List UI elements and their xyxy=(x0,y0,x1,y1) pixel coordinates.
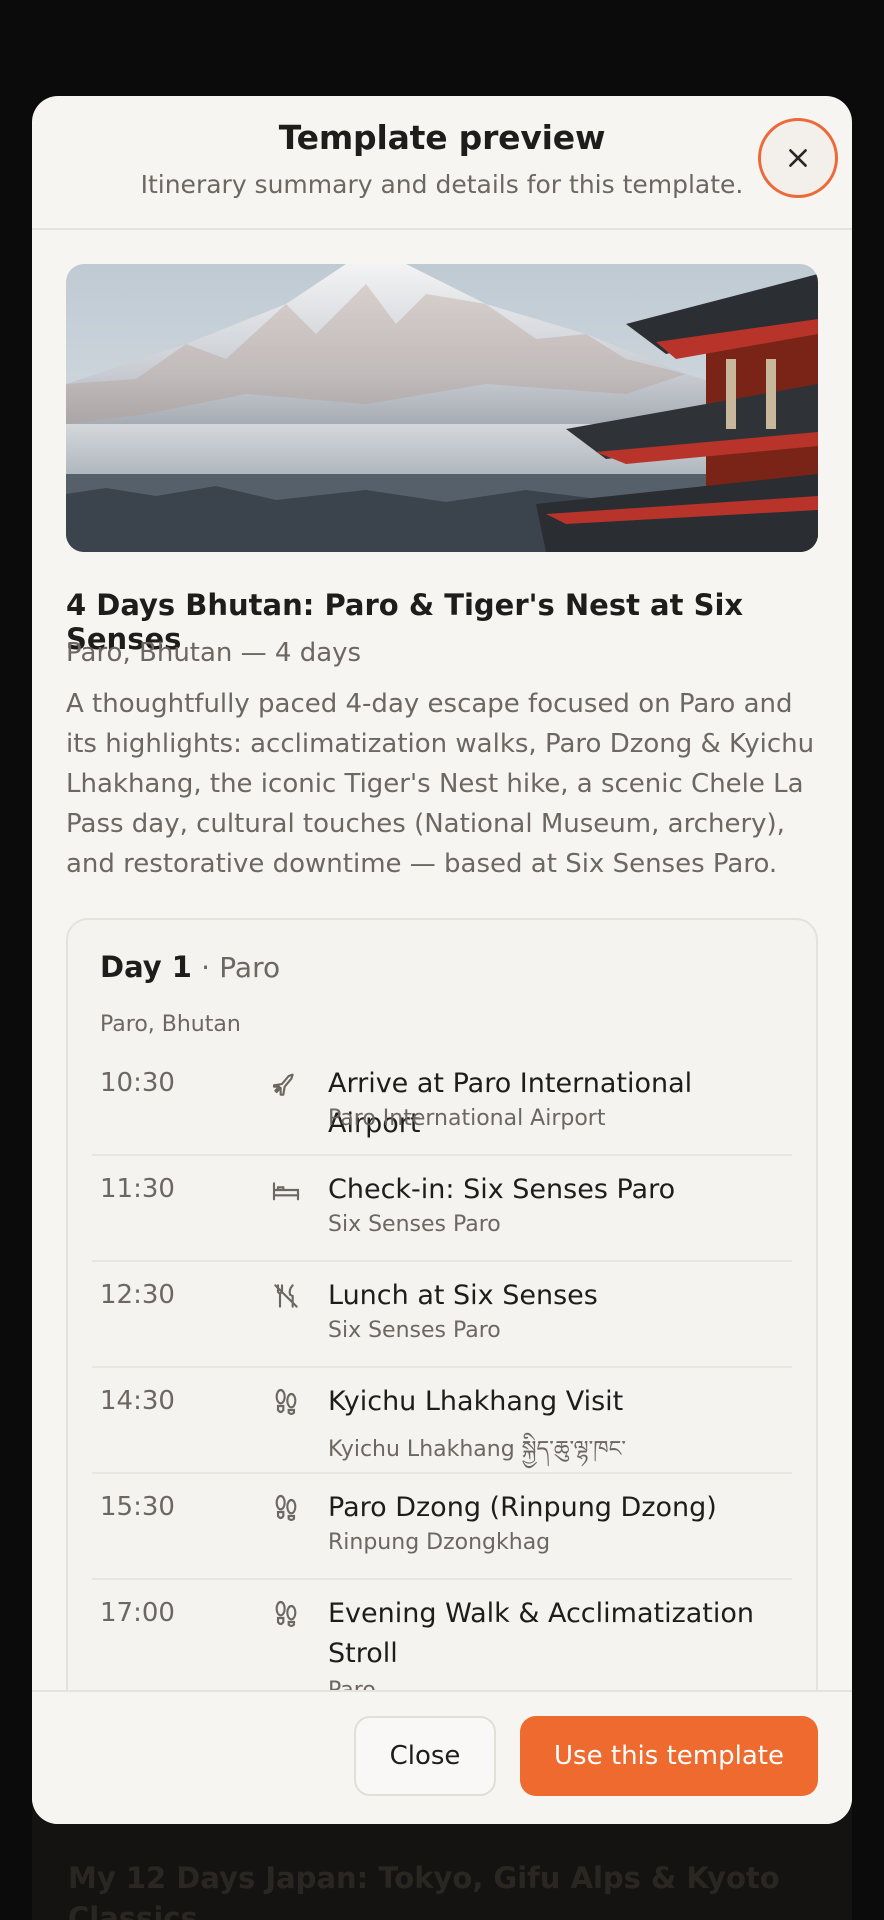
event-subtitle: Paro International Airport xyxy=(328,1106,606,1131)
event-time: 12:30 xyxy=(100,1280,175,1310)
event-time: 14:30 xyxy=(100,1386,175,1416)
modal-footer: Close Use this template xyxy=(32,1690,852,1824)
event-title: Paro Dzong (Rinpung Dzong) xyxy=(328,1492,717,1523)
plane-icon xyxy=(270,1068,302,1100)
event-title: Lunch at Six Senses xyxy=(328,1280,598,1311)
modal-subtitle: Itinerary summary and details for this t… xyxy=(140,170,744,199)
event-time: 11:30 xyxy=(100,1174,175,1204)
day-heading: Day 1 · Paro xyxy=(100,950,280,984)
close-x-icon xyxy=(789,149,807,167)
close-modal-button[interactable] xyxy=(758,118,838,198)
modal-body-scroll[interactable]: 4 Days Bhutan: Paro & Tiger's Nest at Si… xyxy=(32,232,852,1788)
background-trip-title: My 12 Days Japan: Tokyo, Gifu Alps & Kyo… xyxy=(68,1861,780,1920)
event-row: 10:30 Arrive at Paro International Airpo… xyxy=(92,1050,792,1156)
event-row: 11:30 Check-in: Six Senses Paro Six Sens… xyxy=(92,1156,792,1262)
footprints-icon xyxy=(270,1386,302,1418)
day-separator: · xyxy=(201,951,211,984)
trip-description: A thoughtfully paced 4-day escape focuse… xyxy=(66,689,815,879)
event-list: 10:30 Arrive at Paro International Airpo… xyxy=(92,1050,792,1720)
trip-hero-image xyxy=(66,264,818,552)
event-time: 10:30 xyxy=(100,1068,175,1098)
day-city: Paro xyxy=(219,951,281,984)
event-title: Check-in: Six Senses Paro xyxy=(328,1174,676,1205)
close-button[interactable]: Close xyxy=(354,1716,496,1796)
modal-header: Template preview Itinerary summary and d… xyxy=(32,96,852,230)
event-subtitle: Six Senses Paro xyxy=(328,1212,501,1237)
modal-title: Template preview xyxy=(278,118,606,157)
event-row: 14:30 Kyichu Lhakhang Visit Kyichu Lhakh… xyxy=(92,1368,792,1474)
day-label: Day 1 xyxy=(100,950,192,984)
event-time: 15:30 xyxy=(100,1492,175,1522)
template-preview-modal: Template preview Itinerary summary and d… xyxy=(32,96,852,1824)
trip-meta: Paro, Bhutan — 4 days xyxy=(66,638,362,668)
utensils-off-icon xyxy=(270,1280,302,1312)
event-subtitle: Six Senses Paro xyxy=(328,1318,501,1343)
bed-icon xyxy=(270,1174,302,1206)
footprints-icon xyxy=(270,1492,302,1524)
footprints-icon xyxy=(270,1598,302,1630)
event-title: Evening Walk & Acclimatization Stroll xyxy=(328,1598,755,1669)
use-template-button[interactable]: Use this template xyxy=(520,1716,818,1796)
event-row: 15:30 Paro Dzong (Rinpung Dzong) Rinpung… xyxy=(92,1474,792,1580)
day-card: Day 1 · Paro Paro, Bhutan 10:30 Arrive a… xyxy=(66,918,818,1788)
event-time: 17:00 xyxy=(100,1598,175,1628)
day-location: Paro, Bhutan xyxy=(100,1012,241,1037)
event-title: Kyichu Lhakhang Visit xyxy=(328,1386,624,1417)
event-row: 12:30 Lunch at Six Senses Six Senses Par… xyxy=(92,1262,792,1368)
event-title: Arrive at Paro International Airport xyxy=(328,1068,693,1139)
event-subtitle: Rinpung Dzongkhag xyxy=(328,1530,551,1555)
